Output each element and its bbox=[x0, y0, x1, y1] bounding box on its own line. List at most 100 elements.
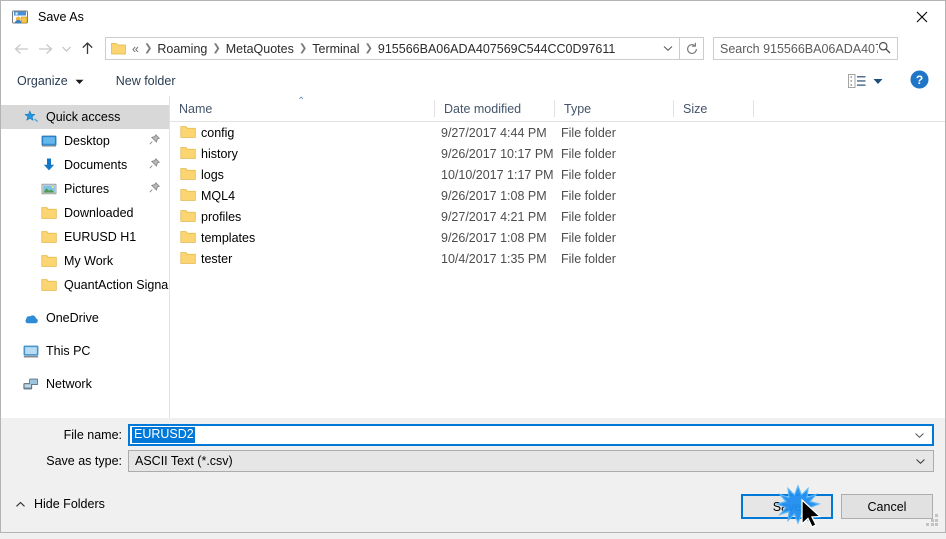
search-box[interactable]: Search 915566BA06ADA40756... bbox=[713, 37, 898, 60]
file-name-input[interactable]: EURUSD2 bbox=[128, 424, 934, 446]
search-input[interactable]: Search 915566BA06ADA40756... bbox=[714, 42, 878, 56]
sidebar-item-quantaction-signal[interactable]: QuantAction Signal bbox=[1, 273, 169, 297]
file-name: MQL4 bbox=[201, 188, 236, 203]
new-folder-button[interactable]: New folder bbox=[116, 65, 176, 96]
breadcrumb-current-folder[interactable]: 915566BA06ADA407569C544CC0D97611 bbox=[374, 38, 619, 59]
svg-text:?: ? bbox=[916, 73, 923, 87]
pin-icon[interactable] bbox=[149, 158, 160, 172]
chevron-down-icon[interactable] bbox=[915, 454, 926, 468]
folder-icon bbox=[41, 229, 57, 245]
table-row[interactable]: profiles 9/27/2017 4:21 PM File folder bbox=[170, 206, 945, 227]
column-header-date-modified[interactable]: Date modified bbox=[435, 96, 554, 121]
file-list: ⌃ Name Date modified Type Size config 9/… bbox=[170, 96, 945, 418]
arrow-left-icon[interactable] bbox=[9, 37, 33, 61]
sidebar-item-this-pc[interactable]: This PC bbox=[1, 339, 169, 363]
file-type: File folder bbox=[561, 167, 616, 182]
breadcrumb-overflow[interactable]: « bbox=[126, 38, 143, 59]
sidebar-item-label: EURUSD H1 bbox=[64, 230, 137, 244]
sidebar-item-documents[interactable]: Documents bbox=[1, 153, 169, 177]
table-row[interactable]: config 9/27/2017 4:44 PM File folder bbox=[170, 122, 945, 143]
column-header-size[interactable]: Size bbox=[674, 96, 753, 121]
table-row[interactable]: logs 10/10/2017 1:17 PM File folder bbox=[170, 164, 945, 185]
sidebar-item-desktop[interactable]: Desktop bbox=[1, 129, 169, 153]
pin-icon[interactable] bbox=[149, 134, 160, 148]
table-row[interactable]: templates 9/26/2017 1:08 PM File folder bbox=[170, 227, 945, 248]
save-as-type-label: Save as type: bbox=[46, 454, 122, 468]
save-as-type-select[interactable]: ASCII Text (*.csv) bbox=[128, 450, 934, 472]
sidebar-item-label: Pictures bbox=[64, 182, 110, 196]
sidebar-item-label: Quick access bbox=[46, 110, 121, 124]
view-controls: ? bbox=[848, 70, 945, 92]
cancel-button[interactable]: Cancel bbox=[841, 494, 933, 519]
sidebar-item-label: This PC bbox=[46, 344, 91, 358]
folder-icon bbox=[41, 277, 57, 293]
table-row[interactable]: tester 10/4/2017 1:35 PM File folder bbox=[170, 248, 945, 269]
onedrive-cloud-icon bbox=[23, 310, 39, 326]
star-pin-icon bbox=[23, 109, 39, 125]
sidebar-item-label: Desktop bbox=[64, 134, 110, 148]
folder-icon bbox=[41, 205, 57, 221]
command-bar: Organize New folder ? bbox=[1, 65, 945, 97]
file-type: File folder bbox=[561, 230, 616, 245]
pin-icon[interactable] bbox=[149, 182, 160, 196]
table-row[interactable]: MQL4 9/26/2017 1:08 PM File folder bbox=[170, 185, 945, 206]
column-header-type[interactable]: Type bbox=[555, 96, 673, 121]
network-icon bbox=[23, 376, 39, 392]
sidebar-item-pictures[interactable]: Pictures bbox=[1, 177, 169, 201]
new-folder-label: New folder bbox=[115, 73, 176, 88]
resize-grip[interactable] bbox=[926, 514, 939, 527]
breadcrumb-terminal[interactable]: Terminal bbox=[308, 38, 363, 59]
organize-button[interactable]: Organize bbox=[17, 65, 84, 96]
address-bar[interactable]: « ❯ Roaming ❯ MetaQuotes ❯ Terminal ❯ 91… bbox=[105, 37, 680, 60]
file-name: history bbox=[201, 146, 238, 161]
save-button[interactable]: Save bbox=[741, 494, 833, 519]
sidebar-item-onedrive[interactable]: OneDrive bbox=[1, 306, 169, 330]
view-layout-icon[interactable] bbox=[848, 73, 866, 88]
file-name: config bbox=[201, 125, 235, 140]
folder-icon bbox=[180, 251, 196, 265]
sidebar-item-eurusd-h1[interactable]: EURUSD H1 bbox=[1, 225, 169, 249]
file-name-value: EURUSD2 bbox=[132, 427, 195, 443]
hide-folders-button[interactable]: Hide Folders bbox=[15, 497, 105, 511]
sidebar-item-my-work[interactable]: My Work bbox=[1, 249, 169, 273]
breadcrumb-separator: ❯ bbox=[212, 43, 221, 54]
column-headers: ⌃ Name Date modified Type Size bbox=[170, 96, 945, 122]
sidebar-item-label: My Work bbox=[64, 254, 114, 268]
table-row[interactable]: history 9/26/2017 10:17 PM File folder bbox=[170, 143, 945, 164]
column-divider[interactable] bbox=[753, 100, 754, 117]
documents-download-icon bbox=[41, 157, 57, 173]
column-header-name[interactable]: Name bbox=[170, 96, 434, 121]
save-form: File name: EURUSD2 Save as type: ASCII T… bbox=[1, 418, 945, 532]
desktop-icon bbox=[41, 133, 57, 149]
search-icon[interactable] bbox=[878, 41, 891, 57]
breadcrumb-metaquotes[interactable]: MetaQuotes bbox=[222, 38, 298, 59]
chevron-down-icon[interactable] bbox=[657, 38, 679, 59]
arrow-right-icon[interactable] bbox=[33, 37, 57, 61]
caret-down-icon[interactable] bbox=[873, 74, 883, 88]
folder-icon bbox=[180, 230, 196, 244]
file-name: logs bbox=[201, 167, 224, 182]
pictures-icon bbox=[41, 181, 57, 197]
refresh-icon[interactable] bbox=[680, 37, 704, 60]
file-name: profiles bbox=[201, 209, 242, 224]
arrow-up-icon[interactable] bbox=[75, 37, 99, 61]
help-icon[interactable]: ? bbox=[910, 70, 929, 92]
chevron-down-icon[interactable] bbox=[914, 428, 925, 442]
folder-icon bbox=[180, 188, 196, 202]
folder-icon bbox=[111, 42, 126, 55]
sidebar-item-quick-access[interactable]: Quick access bbox=[1, 105, 169, 129]
close-icon[interactable] bbox=[899, 1, 945, 32]
chevron-down-icon[interactable] bbox=[57, 37, 75, 61]
sidebar-item-network[interactable]: Network bbox=[1, 372, 169, 396]
breadcrumb-roaming[interactable]: Roaming bbox=[153, 38, 211, 59]
caret-up-icon bbox=[15, 497, 26, 511]
folder-icon bbox=[180, 125, 196, 139]
file-type: File folder bbox=[561, 251, 616, 266]
sidebar-item-downloaded[interactable]: Downloaded bbox=[1, 201, 169, 225]
save-as-dialog: Save As « ❯ Roaming ❯ MetaQuotes ❯ Termi… bbox=[0, 0, 946, 533]
file-date: 9/26/2017 10:17 PM bbox=[441, 146, 554, 161]
file-date: 10/4/2017 1:35 PM bbox=[441, 251, 547, 266]
